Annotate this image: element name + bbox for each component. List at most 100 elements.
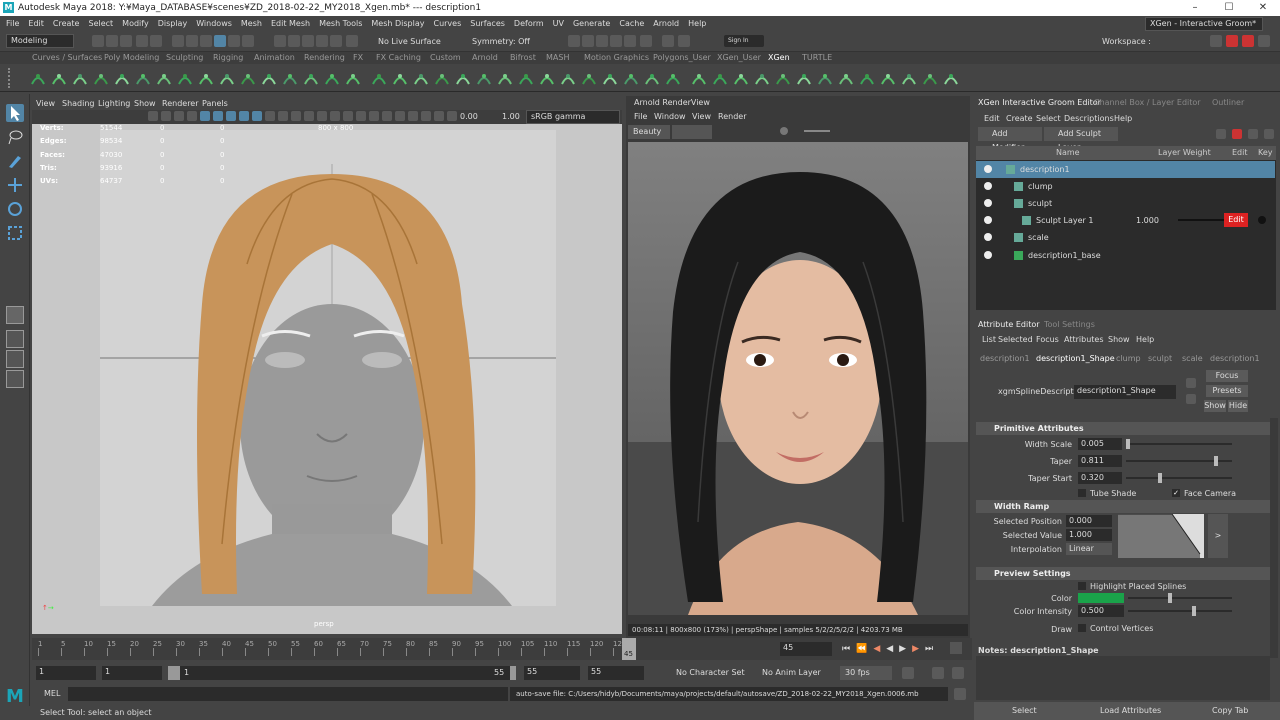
viewport-tool-11-icon[interactable] — [278, 111, 288, 121]
renderview-menu-render[interactable]: Render — [718, 112, 746, 121]
exposure-field[interactable]: 0.00 — [460, 112, 478, 121]
viewport-tool-20-icon[interactable] — [395, 111, 405, 121]
focus-button[interactable]: Focus — [1206, 370, 1248, 382]
taper-knob[interactable] — [1214, 456, 1218, 466]
attr-scrollbar[interactable] — [1270, 418, 1278, 658]
key-icon[interactable] — [1258, 216, 1266, 224]
menu-surfaces[interactable]: Surfaces — [470, 19, 505, 28]
undo-icon[interactable] — [136, 35, 148, 47]
taper-start-knob[interactable] — [1158, 473, 1162, 483]
groom-tab-3[interactable]: Outliner — [1212, 98, 1244, 107]
section-preview-settings[interactable]: Preview Settings — [976, 567, 1270, 580]
color-intensity-slider[interactable] — [1128, 610, 1232, 612]
maximize-icon[interactable]: ☐ — [1212, 0, 1246, 16]
color-swatch[interactable] — [1078, 593, 1124, 603]
xgen-shelf-tool-2-icon[interactable] — [51, 70, 67, 86]
move-tool-icon[interactable] — [6, 176, 24, 194]
snap-surface-icon[interactable] — [330, 35, 342, 47]
toggle-panel-icon[interactable] — [1210, 35, 1222, 47]
xgen-shelf-tool-8-icon[interactable] — [177, 70, 193, 86]
xgen-shelf-tool-28-icon[interactable] — [602, 70, 618, 86]
select-mask-icon[interactable] — [228, 35, 240, 47]
menu-mesh[interactable]: Mesh — [241, 19, 262, 28]
visibility-toggle-icon[interactable] — [984, 251, 992, 259]
attr-menu-attributes[interactable]: Attributes — [1064, 335, 1104, 344]
select-button[interactable]: Select — [1012, 706, 1037, 715]
range-bar[interactable]: 1 55 — [168, 666, 516, 680]
snap-view-icon[interactable] — [316, 35, 328, 47]
viewport-menu-lighting[interactable]: Lighting — [98, 99, 130, 108]
xgen-shelf-tool-11-icon[interactable] — [240, 70, 256, 86]
menu-edit[interactable]: Edit — [28, 19, 44, 28]
presets-button[interactable]: Presets — [1206, 385, 1248, 397]
xgen-shelf-tool-42-icon[interactable] — [901, 70, 917, 86]
attr-menu-focus[interactable]: Focus — [1036, 335, 1059, 344]
width-ramp-graph[interactable] — [1118, 513, 1204, 558]
shelf-tab-fx-caching[interactable]: FX Caching — [376, 53, 421, 62]
xgen-shelf-tool-25-icon[interactable] — [539, 70, 555, 86]
menu-help[interactable]: Help — [688, 19, 706, 28]
menu-display[interactable]: Display — [158, 19, 188, 28]
loop-icon[interactable] — [902, 667, 914, 679]
copy-tab-button[interactable]: Copy Tab — [1212, 706, 1248, 715]
groom-menu-create[interactable]: Create — [1006, 114, 1033, 123]
color-knob[interactable] — [1168, 593, 1172, 603]
copy-tab-icon[interactable] — [1186, 394, 1196, 404]
menu-modify[interactable]: Modify — [122, 19, 149, 28]
xgen-shelf-tool-38-icon[interactable] — [817, 70, 833, 86]
anim-prefs-icon-2[interactable] — [952, 667, 964, 679]
toggle-tool-icon[interactable] — [1258, 35, 1270, 47]
paint-select-tool-icon[interactable] — [6, 152, 24, 170]
node-name-field[interactable]: description1_Shape — [1074, 385, 1176, 399]
groom-row-sculpt[interactable]: sculpt — [976, 195, 1275, 212]
tube-shade-checkbox[interactable] — [1078, 489, 1086, 497]
xgen-shelf-tool-30-icon[interactable] — [644, 70, 660, 86]
xgen-shelf-tool-15-icon[interactable] — [324, 70, 340, 86]
attr-menu-list[interactable]: List — [982, 335, 996, 344]
xgen-shelf-tool-12-icon[interactable] — [261, 70, 277, 86]
go-start-icon[interactable]: ⏮ — [842, 644, 850, 654]
width-scale-knob[interactable] — [1126, 439, 1130, 449]
renderview-controls[interactable] — [780, 127, 830, 137]
control-vertices-checkbox[interactable] — [1078, 624, 1086, 632]
range-end-handle[interactable] — [510, 666, 516, 680]
groom-row-sculpt-layer-1[interactable]: Sculpt Layer 1 1.000 Edit — [976, 212, 1275, 229]
folder-icon[interactable] — [1248, 129, 1258, 139]
section-primitive-attributes[interactable]: Primitive Attributes — [976, 422, 1270, 435]
menu-deform[interactable]: Deform — [514, 19, 544, 28]
xgen-shelf-tool-5-icon[interactable] — [114, 70, 130, 86]
attr-menu-show[interactable]: Show — [1108, 335, 1130, 344]
node-tab-4[interactable]: sculpt — [1148, 354, 1172, 363]
two-pane-layout-icon[interactable] — [6, 350, 24, 368]
prev-key-icon[interactable]: ◀ — [873, 644, 880, 654]
play-forward-icon[interactable]: ▶ — [899, 644, 906, 654]
go-end-icon[interactable]: ⏭ — [925, 644, 933, 654]
attr-tab-2[interactable]: Tool Settings — [1044, 320, 1095, 329]
xgen-shelf-tool-14-icon[interactable] — [303, 70, 319, 86]
xgen-shelf-tool-41-icon[interactable] — [880, 70, 896, 86]
lasso-tool-icon[interactable] — [6, 128, 24, 146]
play-back-icon[interactable]: ◀ — [886, 644, 893, 654]
taper-field[interactable]: 0.811 — [1078, 455, 1122, 467]
xgen-shelf-tool-4-icon[interactable] — [93, 70, 109, 86]
shelf-tab-arnold[interactable]: Arnold — [472, 53, 498, 62]
visibility-toggle-icon[interactable] — [984, 216, 992, 224]
viewport-tool-15-icon[interactable] — [330, 111, 340, 121]
xgen-shelf-tool-23-icon[interactable] — [497, 70, 513, 86]
xgen-shelf-tool-17-icon[interactable] — [371, 70, 387, 86]
shelf-tab-fx[interactable]: FX — [353, 53, 363, 62]
viewport-tool-23-icon[interactable] — [434, 111, 444, 121]
attr-tab-1[interactable]: Attribute Editor — [978, 320, 1040, 329]
render-frame-icon[interactable] — [582, 35, 594, 47]
load-attributes-button[interactable]: Load Attributes — [1100, 706, 1161, 715]
edit-layer-button[interactable]: Edit — [1224, 213, 1248, 227]
xgen-shelf-tool-33-icon[interactable] — [712, 70, 728, 86]
viewport-tool-4-icon[interactable] — [187, 111, 197, 121]
shelf-tab-mash[interactable]: MASH — [546, 53, 569, 62]
section-width-ramp[interactable]: Width Ramp — [976, 500, 1270, 513]
open-scene-icon[interactable] — [106, 35, 118, 47]
end-frame-field[interactable]: 55 — [588, 666, 644, 680]
viewport-tool-19-icon[interactable] — [382, 111, 392, 121]
viewport-tool-21-icon[interactable] — [408, 111, 418, 121]
xgen-shelf-tool-19-icon[interactable] — [413, 70, 429, 86]
